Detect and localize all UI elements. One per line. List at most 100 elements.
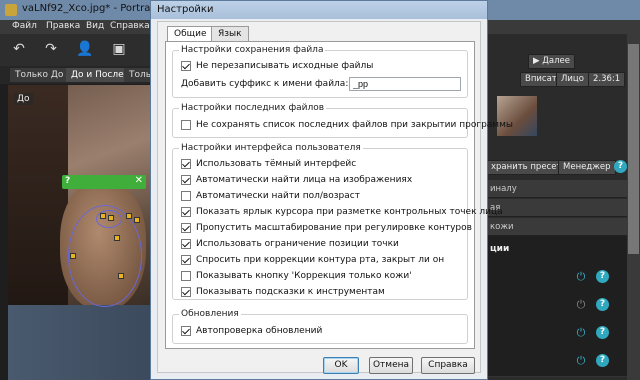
recent-files-group: Настройки последних файлов Не сохранять … [172,103,513,138]
dark-ui-option[interactable]: Использовать тёмный интерфейс [181,157,356,170]
face-tag-close-icon[interactable]: ✕ [135,175,143,186]
auto-update-label: Автопроверка обновлений [196,325,323,336]
tooltips-option[interactable]: Показывать подсказки к инструментам [181,285,385,298]
before-label: До [14,93,33,105]
power-icon[interactable]: ⏻ [574,298,588,312]
control-row: ⏻ ? [486,292,640,321]
auto-gender-age-checkbox[interactable] [181,190,191,201]
save-settings-group: Настройки сохранения файла Не перезаписы… [172,45,468,98]
redo-icon[interactable]: ↷ [42,40,60,58]
no-overwrite-label: Не перезаписывать исходные файлы [196,60,374,71]
next-button[interactable]: ▶ Далее [528,54,575,69]
power-icon[interactable]: ⏻ [574,326,588,340]
control-row: ⏻ ? [486,348,640,377]
dark-ui-label: Использовать тёмный интерфейс [196,158,357,169]
tooltips-checkbox[interactable] [181,286,191,297]
menu-file[interactable]: Файл [12,21,37,31]
right-panel: ▶ Далее Вписать Лицо 2.36:1 хранить прес… [486,34,640,380]
ok-button[interactable]: OK [323,357,359,374]
ask-mouth-checkbox[interactable] [181,254,191,265]
help-button[interactable]: Справка [421,357,475,374]
ui-settings-title: Настройки интерфейса пользователя [179,143,363,153]
app-icon [5,4,17,16]
skip-zoom-checkbox[interactable] [181,222,191,233]
skin-only-checkbox[interactable] [181,270,191,281]
power-icon[interactable]: ⏻ [574,354,588,368]
no-save-list-checkbox[interactable] [181,119,191,130]
preset-row[interactable]: ая [486,199,638,217]
manager-button[interactable]: Менеджер [558,160,616,175]
menu-edit[interactable]: Правка [46,21,80,31]
help-icon[interactable]: ? [596,270,609,283]
control-point[interactable] [70,253,76,259]
tooltips-label: Показывать подсказки к инструментам [196,286,385,297]
help-icon[interactable]: ? [596,326,609,339]
general-tab-page: Настройки сохранения файла Не перезаписы… [165,41,513,349]
save-preset-button[interactable]: хранить пресет [486,160,567,175]
skip-zoom-option[interactable]: Пропустить масштабирование при регулиров… [181,221,472,234]
preset-row[interactable]: иналу [486,180,638,198]
ask-mouth-label: Спросить при коррекции контура рта, закр… [196,254,445,265]
photo-canvas[interactable] [8,85,152,380]
section-label: ции [490,244,510,254]
no-overwrite-checkbox[interactable] [181,60,191,71]
save-icon[interactable]: ▣ [110,40,128,58]
face-tag-question-icon: ? [65,176,71,186]
auto-update-checkbox[interactable] [181,325,191,336]
point-limit-option[interactable]: Использовать ограничение позиции точки [181,237,399,250]
dark-ui-checkbox[interactable] [181,158,191,169]
settings-dialog: Настройки Общие Язык Настройки сохранени… [150,0,513,380]
photo-jacket [8,305,152,380]
section-header: ции [486,236,640,265]
cursor-label-label: Показать ярлык курсора при разметке конт… [196,206,503,217]
ratio-select[interactable]: 2.36:1 [588,72,626,87]
face-button[interactable]: Лицо [556,72,589,87]
no-overwrite-option[interactable]: Не перезаписывать исходные файлы [181,59,373,72]
help-icon[interactable]: ? [614,160,627,173]
cursor-label-checkbox[interactable] [181,206,191,217]
save-settings-title: Настройки сохранения файла [179,45,326,55]
add-person-icon[interactable]: 👤 [76,40,94,58]
auto-find-faces-checkbox[interactable] [181,174,191,185]
suffix-input[interactable] [349,77,461,91]
power-icon[interactable]: ⏻ [574,270,588,284]
preset-row[interactable]: кожи [486,218,638,236]
point-limit-checkbox[interactable] [181,238,191,249]
skin-only-option[interactable]: Показывать кнопку 'Коррекция только кожи… [181,269,412,282]
control-point[interactable] [118,273,124,279]
skin-only-label: Показывать кнопку 'Коррекция только кожи… [196,270,412,281]
help-icon[interactable]: ? [596,298,609,311]
no-save-list-label: Не сохранять список последних файлов при… [196,119,513,130]
control-point[interactable] [108,215,114,221]
menu-help[interactable]: Справка [110,21,150,31]
next-button-label: Далее [542,56,570,66]
auto-find-faces-option[interactable]: Автоматически найти лица на изображениях [181,173,412,186]
control-point[interactable] [114,235,120,241]
control-point[interactable] [134,217,140,223]
cancel-button[interactable]: Отмена [369,357,413,374]
auto-gender-age-option[interactable]: Автоматически найти пол/возраст [181,189,360,202]
cursor-label-option[interactable]: Показать ярлык курсора при разметке конт… [181,205,503,218]
undo-icon[interactable]: ↶ [10,40,28,58]
auto-update-option[interactable]: Автопроверка обновлений [181,324,322,337]
tab-general[interactable]: Общие [167,26,214,42]
view-tabs: Только До До и После Только [0,66,168,84]
dialog-titlebar: Настройки [151,1,487,19]
ui-settings-group: Настройки интерфейса пользователя Исполь… [172,143,503,300]
recent-files-title: Настройки последних файлов [179,103,327,113]
face-tag[interactable]: ? ✕ [62,175,146,189]
menu-view[interactable]: Вид [86,21,104,31]
control-point[interactable] [100,213,106,219]
ask-mouth-option[interactable]: Спросить при коррекции контура рта, закр… [181,253,444,266]
tab-language[interactable]: Язык [211,26,249,41]
tab-before-only[interactable]: Только До [10,68,69,82]
help-icon[interactable]: ? [596,354,609,367]
control-row: ⏻ ? [486,320,640,349]
no-save-list-option[interactable]: Не сохранять список последних файлов при… [181,118,513,131]
control-row: ⏻ ? [486,264,640,293]
point-limit-label: Использовать ограничение позиции точки [196,238,399,249]
auto-gender-age-label: Автоматически найти пол/возраст [196,190,360,201]
control-point[interactable] [126,213,132,219]
scrollbar-thumb[interactable] [628,44,639,254]
tab-before-after[interactable]: До и После [66,68,129,82]
